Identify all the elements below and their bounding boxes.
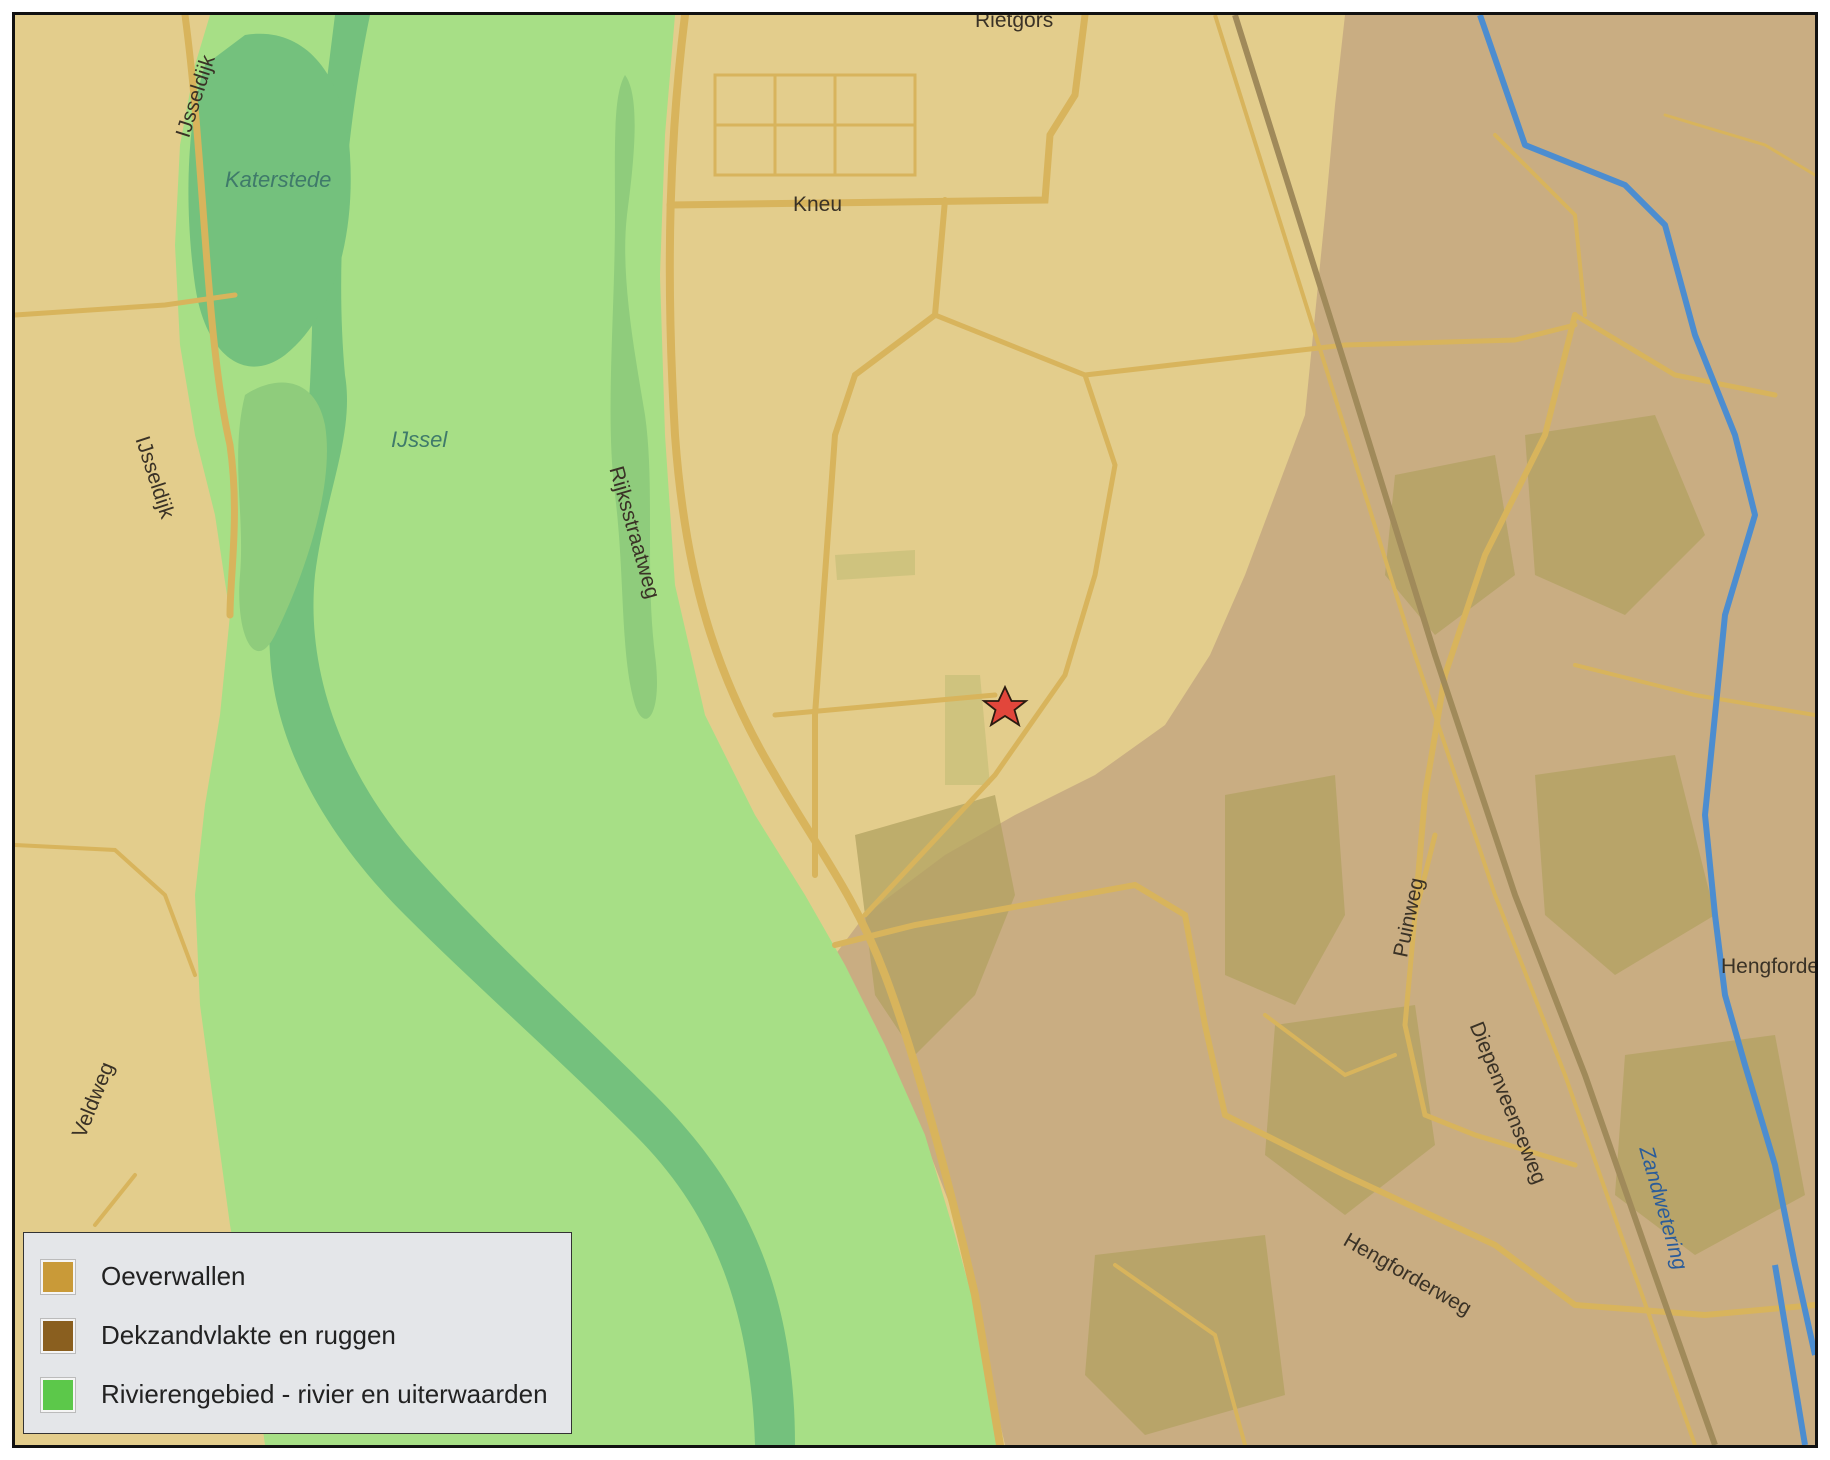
legend-item-oeverwallen: Oeverwallen (24, 1247, 571, 1306)
label-rietgors: Rietgors (975, 12, 1054, 32)
map-canvas[interactable] (15, 15, 1815, 1445)
legend-label: Oeverwallen (101, 1261, 246, 1291)
legend-swatch-oeverwallen (40, 1258, 76, 1295)
legend-label: Dekzandvlakte en ruggen (101, 1320, 396, 1350)
label-hengforden: Hengforde (1721, 955, 1818, 978)
map-view[interactable]: Rietgors Kneu IJsseldijk IJsseldijk Kate… (12, 12, 1818, 1448)
label-kneu: Kneu (793, 193, 843, 216)
legend-swatch-rivierengebied (40, 1376, 76, 1413)
legend-label: Rivierengebied - rivier en uiterwaarden (101, 1379, 548, 1409)
legend-swatch-dekzandvlakte (40, 1317, 76, 1354)
legend-item-dekzandvlakte: Dekzandvlakte en ruggen (24, 1306, 571, 1365)
map-legend: Oeverwallen Dekzandvlakte en ruggen Rivi… (23, 1232, 572, 1434)
field-patch (835, 550, 915, 580)
label-ijssel: IJssel (391, 427, 448, 452)
legend-item-rivierengebied: Rivierengebied - rivier en uiterwaarden (24, 1365, 571, 1424)
label-katerstede: Katerstede (225, 167, 332, 192)
